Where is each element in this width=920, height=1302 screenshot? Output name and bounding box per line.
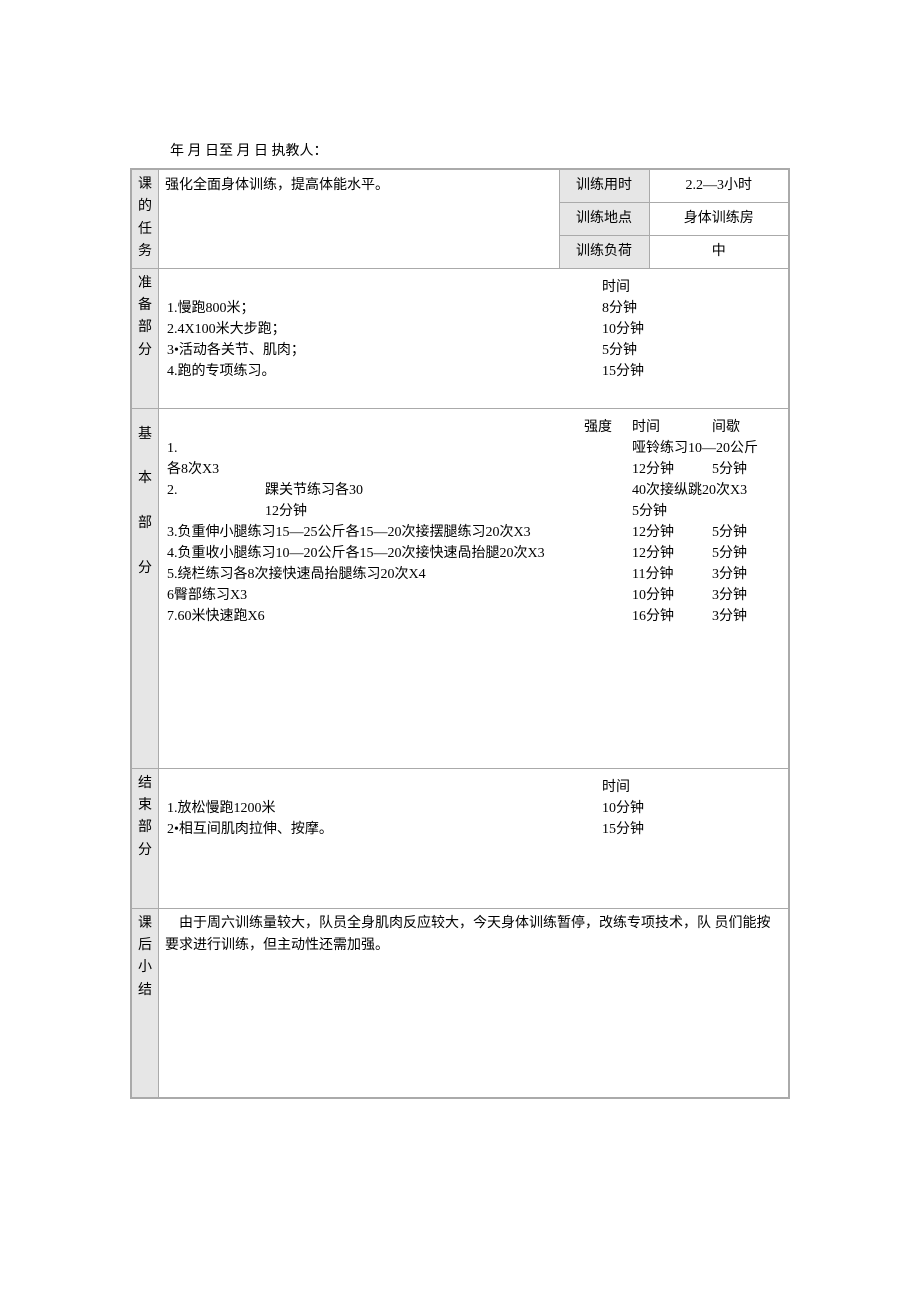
prep-item-3-time: 15分钟 [582, 361, 782, 382]
end-time-header: 时间 [582, 777, 782, 798]
prep-item-2-time: 5分钟 [582, 340, 782, 361]
main-section: 强度 时间 间歇 1.哑铃练习10—20公斤 各8次X312分钟5分钟 2. 踝… [159, 408, 790, 768]
end-item-0-time: 10分钟 [582, 798, 782, 819]
main-time-header: 时间 [632, 417, 712, 438]
info-label-0: 训练用时 [559, 169, 649, 202]
main-side-label: 基本部分 [131, 408, 159, 768]
main-row-8: 7.60米快速跑X6 [165, 606, 632, 627]
header-date-line: 年 月 日至 月 日 执教人： [170, 140, 790, 160]
end-side-label: 结束部分 [131, 768, 159, 908]
end-item-1: 2•相互间肌肉拉伸、按摩。 [165, 819, 582, 840]
info-value-0: 2.2—3小时 [649, 169, 789, 202]
main-intensity-header: 强度 [572, 417, 632, 438]
main-row-4: 3.负重伸小腿练习15—25公斤各15—20次接摆腿练习20次X3 [165, 522, 632, 543]
prep-side-label: 准备部分 [131, 268, 159, 408]
task-side-label: 课的任务 [131, 169, 159, 268]
main-row-0: 1. [165, 438, 552, 459]
prep-section: 时间 1.慢跑800米； 8分钟 2.4X100米大步跑； 10分钟 3•活动各… [159, 268, 790, 408]
summary-side-label: 课后小结 [131, 908, 159, 1098]
training-plan-table: 课的任务 强化全面身体训练，提高体能水平。 训练用时 2.2—3小时 训练地点 … [130, 168, 790, 1099]
end-item-0: 1.放松慢跑1200米 [165, 798, 582, 819]
info-label-1: 训练地点 [559, 202, 649, 235]
prep-item-0-time: 8分钟 [582, 298, 782, 319]
prep-item-2: 3•活动各关节、肌肉； [165, 340, 582, 361]
info-value-1: 身体训练房 [649, 202, 789, 235]
prep-item-0: 1.慢跑800米； [165, 298, 582, 319]
prep-item-1-time: 10分钟 [582, 319, 782, 340]
main-row-7: 6臀部练习X3 [165, 585, 632, 606]
info-value-2: 中 [649, 235, 789, 268]
prep-time-header: 时间 [582, 277, 782, 298]
prep-item-3: 4.跑的专项练习。 [165, 361, 582, 382]
task-content: 强化全面身体训练，提高体能水平。 [159, 169, 560, 268]
main-row-3: 12分钟 [165, 501, 632, 522]
main-rest-header: 间歇 [712, 417, 782, 438]
summary-text: 由于周六训练量较大，队员全身肌肉反应较大，今天身体训练暂停，改练专项技术，队 员… [159, 908, 790, 1098]
main-row-6: 5.绕栏练习各8次接快速咼抬腿练习20次X4 [165, 564, 632, 585]
prep-item-1: 2.4X100米大步跑； [165, 319, 582, 340]
main-row-5: 4.负重收小腿练习10—20公斤各15—20次接快速咼抬腿20次X3 [165, 543, 632, 564]
main-row-2: 2. 踝关节练习各30 [165, 480, 552, 501]
main-row-1: 各8次X3 [165, 459, 632, 480]
end-section: 时间 1.放松慢跑1200米 10分钟 2•相互间肌肉拉伸、按摩。 15分钟 [159, 768, 790, 908]
info-label-2: 训练负荷 [559, 235, 649, 268]
end-item-1-time: 15分钟 [582, 819, 782, 840]
